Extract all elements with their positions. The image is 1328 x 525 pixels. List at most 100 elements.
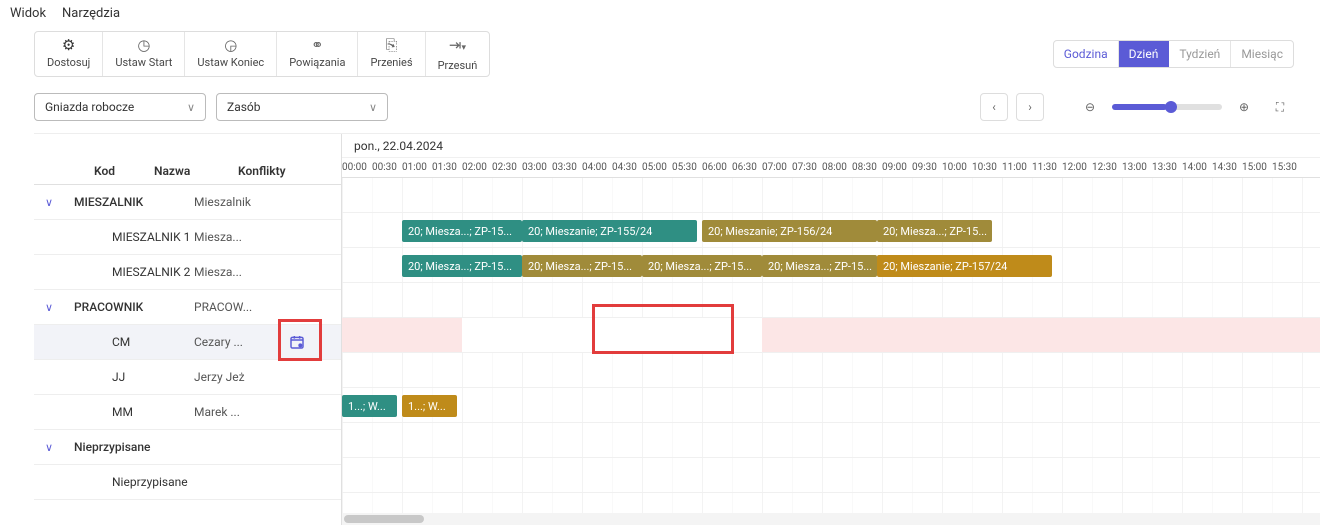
gantt-bar[interactable]: 20; Miesza...; ZP-15...	[762, 255, 877, 277]
chevron-right-icon: ›	[1028, 100, 1032, 114]
group-dropdown-1[interactable]: Gniazda robocze ∨	[34, 93, 206, 121]
zoom-in-button[interactable]: ⊕	[1230, 93, 1258, 121]
zoom-out-button[interactable]: ⊖	[1076, 93, 1104, 121]
gantt-bar[interactable]: 20; Miesza...; ZP-15...	[402, 255, 522, 277]
chevron-down-icon[interactable]: ∨	[34, 196, 64, 209]
gantt-bar[interactable]: 20; Miesza...; ZP-15...	[522, 255, 642, 277]
time-tick: 13:00	[1122, 162, 1152, 173]
view-switch: Godzina Dzień Tydzień Miesiąc	[1053, 40, 1294, 68]
tree-item-m2[interactable]: MIESZALNIK 2 Miesza...	[34, 255, 341, 290]
time-tick: 15:00	[1242, 162, 1272, 173]
time-tick: 14:30	[1212, 162, 1242, 173]
move-icon: ⎘	[386, 36, 398, 54]
menu-view[interactable]: Widok	[10, 6, 46, 21]
customize-button[interactable]: ⚙ Dostosuj	[35, 32, 103, 76]
fullscreen-button[interactable]: ⛶	[1266, 93, 1294, 121]
time-tick: 04:30	[612, 162, 642, 173]
gantt-bar[interactable]: 20; Miesza...; ZP-15...	[642, 255, 762, 277]
tree-group-mieszalnik[interactable]: ∨ MIESZALNIK Mieszalnik	[34, 185, 341, 220]
calendar-conflict-icon[interactable]	[288, 333, 306, 351]
chevron-down-icon[interactable]: ∨	[34, 301, 64, 314]
time-tick: 11:00	[1002, 162, 1032, 173]
gantt-bar[interactable]: 20; Mieszanie; ZP-156/24	[702, 220, 877, 242]
track-m2[interactable]: 20; Miesza...; ZP-15...20; Miesza...; ZP…	[342, 248, 1320, 283]
prev-button[interactable]: ‹	[980, 93, 1008, 121]
resource-panel: Kod Nazwa Konflikty ∨ MIESZALNIK Mieszal…	[34, 134, 342, 525]
track-unassigned[interactable]	[342, 458, 1320, 493]
time-tick: 04:00	[582, 162, 612, 173]
time-tick: 10:30	[972, 162, 1002, 173]
set-start-button[interactable]: ◷ Ustaw Start	[103, 32, 185, 76]
links-button[interactable]: ⚭ Powiązania	[277, 32, 358, 76]
gantt-bar[interactable]: 20; Mieszanie; ZP-155/24	[522, 220, 697, 242]
chevron-down-icon[interactable]: ∨	[34, 441, 64, 454]
time-tick: 02:00	[462, 162, 492, 173]
tree-item-m1[interactable]: MIESZALNIK 1 Miesza...	[34, 220, 341, 255]
time-tick: 01:30	[432, 162, 462, 173]
gantt-bar[interactable]: 20; Mieszanie; ZP-157/24	[877, 255, 1052, 277]
time-tick: 03:30	[552, 162, 582, 173]
time-tick: 09:30	[912, 162, 942, 173]
gantt-bar[interactable]: 1...; W...	[342, 395, 397, 417]
track-unassigned-group	[342, 423, 1320, 458]
move-button[interactable]: ⎘ Przenieś	[358, 32, 425, 76]
time-tick: 05:00	[642, 162, 672, 173]
gantt-bar[interactable]: 10; Wyci...; ZP...	[612, 325, 700, 347]
tree-item-unassigned[interactable]: Nieprzypisane	[34, 465, 341, 500]
timeline-date: pon., 22.04.2024	[342, 134, 1320, 158]
time-tick: 12:30	[1092, 162, 1122, 173]
gantt-bar[interactable]: 20; Miesza...; ZP-15...	[402, 220, 522, 242]
toolbar-group: ⚙ Dostosuj ◷ Ustaw Start ◶ Ustaw Koniec …	[34, 31, 490, 77]
resource-header: Kod Nazwa Konflikty	[34, 158, 341, 185]
time-ruler: 00:0000:3001:0001:3002:0002:3003:0003:30…	[342, 158, 1320, 178]
time-tick: 10:00	[942, 162, 972, 173]
time-tick: 00:00	[342, 162, 372, 173]
chevron-down-icon: ∨	[187, 101, 195, 114]
track-mm[interactable]: 1...; W...1...; W...	[342, 388, 1320, 423]
gear-icon: ⚙	[62, 36, 75, 54]
menu-tools[interactable]: Narzędzia	[62, 6, 120, 21]
time-tick: 14:00	[1182, 162, 1212, 173]
gantt: Kod Nazwa Konflikty ∨ MIESZALNIK Mieszal…	[34, 133, 1320, 525]
clock-start-icon: ◷	[137, 36, 150, 54]
time-tick: 00:30	[372, 162, 402, 173]
nav-right: ‹ › ⊖ ⊕ ⛶	[980, 93, 1294, 121]
gantt-bar[interactable]: 20; Miesza...; ZP-15...	[877, 220, 992, 242]
toolbar: ⚙ Dostosuj ◷ Ustaw Start ◶ Ustaw Koniec …	[0, 27, 1328, 81]
tree-item-mm[interactable]: MM Marek ...	[34, 395, 341, 430]
view-month[interactable]: Miesiąc	[1231, 41, 1293, 67]
tree-group-unassigned[interactable]: ∨ Nieprzypisane	[34, 430, 341, 465]
horizontal-scrollbar[interactable]	[342, 513, 1320, 525]
tree-item-cm[interactable]: CM Cezary ...	[34, 325, 341, 360]
gantt-bar[interactable]: 1...; W...	[402, 395, 457, 417]
track-cm[interactable]: 10; Wyci...; ZP...	[342, 318, 1320, 353]
time-tick: 15:30	[1272, 162, 1302, 173]
menubar: Widok Narzędzia	[0, 0, 1328, 27]
set-end-button[interactable]: ◶ Ustaw Koniec	[185, 32, 277, 76]
expand-icon: ⛶	[1276, 100, 1284, 115]
tree-item-jj[interactable]: JJ Jerzy Jeż	[34, 360, 341, 395]
track-m1[interactable]: 20; Miesza...; ZP-15...20; Mieszanie; ZP…	[342, 213, 1320, 248]
next-button[interactable]: ›	[1016, 93, 1044, 121]
view-day[interactable]: Dzień	[1119, 41, 1170, 67]
link-icon: ⚭	[311, 36, 324, 54]
tree-group-pracownik[interactable]: ∨ PRACOWNIK PRACOW...	[34, 290, 341, 325]
shift-button[interactable]: ⇥▾ Przesuń	[426, 32, 490, 76]
time-tick: 05:30	[672, 162, 702, 173]
track-jj[interactable]	[342, 353, 1320, 388]
timeline-panel: pon., 22.04.2024 00:0000:3001:0001:3002:…	[342, 134, 1320, 525]
timeline-body[interactable]: 20; Miesza...; ZP-15...20; Mieszanie; ZP…	[342, 178, 1320, 513]
track-pracownik	[342, 283, 1320, 318]
col-code: Kod	[34, 164, 154, 178]
group-dropdown-2[interactable]: Zasób ∨	[216, 93, 388, 121]
track-mieszalnik	[342, 178, 1320, 213]
time-tick: 02:30	[492, 162, 522, 173]
chevron-left-icon: ‹	[992, 100, 996, 114]
zoom-out-icon: ⊖	[1085, 100, 1095, 114]
zoom-slider[interactable]	[1112, 104, 1222, 110]
chevron-down-icon: ∨	[369, 101, 377, 114]
time-tick: 03:00	[522, 162, 552, 173]
view-week[interactable]: Tydzień	[1169, 41, 1231, 67]
time-tick: 06:00	[702, 162, 732, 173]
view-hour[interactable]: Godzina	[1054, 41, 1119, 67]
